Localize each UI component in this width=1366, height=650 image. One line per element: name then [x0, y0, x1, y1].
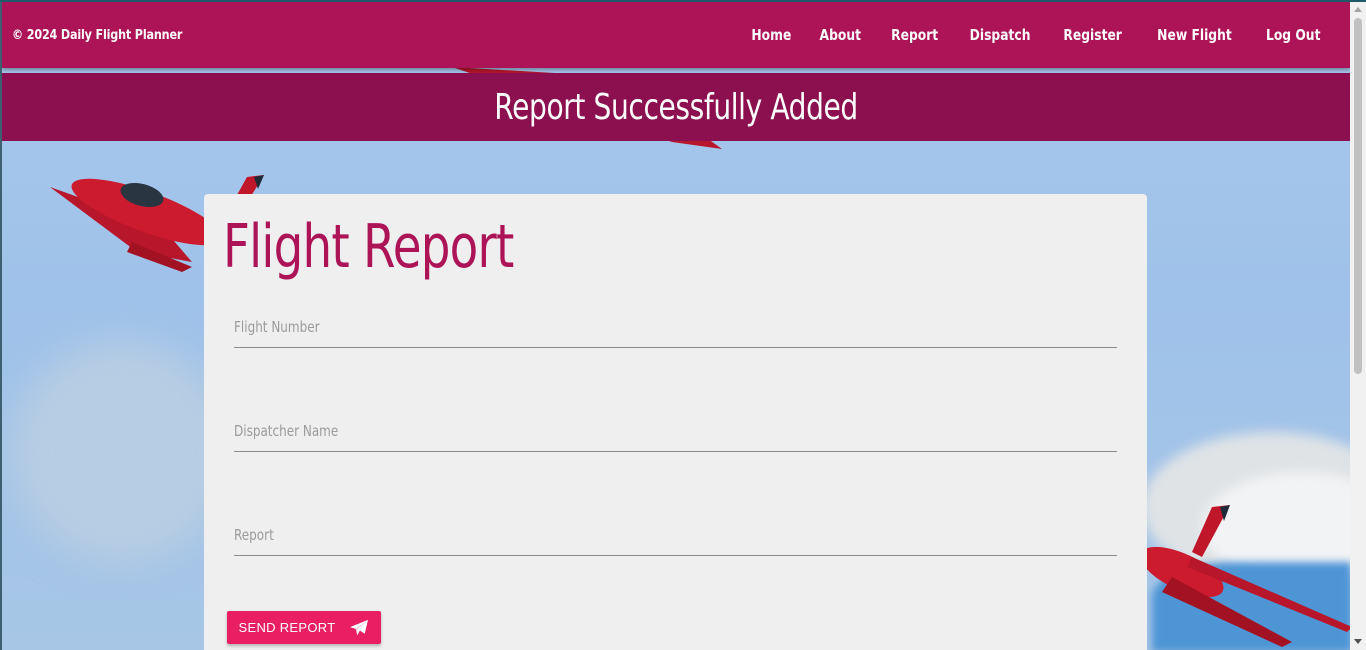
flight-number-input[interactable]: [234, 308, 1117, 347]
vertical-scrollbar[interactable]: [1350, 2, 1366, 650]
dispatcher-name-input[interactable]: [234, 412, 1117, 451]
success-message: Report Successfully Added: [494, 86, 858, 128]
send-report-label: SEND REPORT: [238, 620, 336, 635]
dispatcher-name-field: Dispatcher Name: [234, 412, 1117, 452]
nav-link-register[interactable]: Register: [1051, 26, 1134, 44]
scroll-down-arrow-icon[interactable]: [1354, 639, 1362, 644]
nav-link-about[interactable]: About: [808, 26, 874, 44]
success-banner: Report Successfully Added: [2, 73, 1350, 141]
background-cloud: [12, 342, 232, 562]
flight-report-card: Flight Report Flight Number Dispatcher N…: [204, 194, 1147, 650]
nav-link-log-out[interactable]: Log Out: [1253, 26, 1332, 44]
footer-brand-copyright: © 2024 Daily Flight Planner: [12, 27, 183, 43]
scrollbar-thumb[interactable]: [1354, 18, 1362, 374]
flight-number-field: Flight Number: [234, 308, 1117, 348]
nav-link-report[interactable]: Report: [879, 26, 951, 44]
background-jet-image-right: [1142, 505, 1350, 647]
nav-link-dispatch[interactable]: Dispatch: [958, 26, 1043, 44]
scroll-up-arrow-icon[interactable]: [1354, 7, 1362, 12]
page-viewport: © 2024 Daily Flight Planner Home About R…: [2, 2, 1350, 650]
paper-plane-icon: [350, 619, 369, 635]
nav-link-new-flight[interactable]: New Flight: [1145, 26, 1244, 44]
report-input[interactable]: [234, 516, 1117, 555]
nav-link-home[interactable]: Home: [739, 26, 804, 44]
send-report-button[interactable]: SEND REPORT: [227, 611, 381, 644]
page-title: Flight Report: [223, 212, 514, 282]
nav-links: Home About Report Dispatch Register New …: [737, 26, 1336, 44]
report-field: Report: [234, 516, 1117, 556]
top-navbar: © 2024 Daily Flight Planner Home About R…: [2, 2, 1350, 68]
